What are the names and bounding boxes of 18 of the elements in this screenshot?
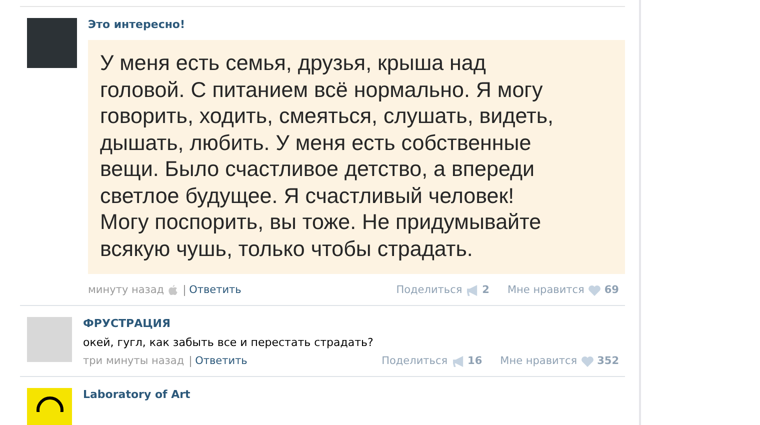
like-count: 352 (597, 355, 619, 367)
reply-link[interactable]: Ответить (189, 284, 242, 296)
share-count: 16 (468, 355, 482, 367)
post-image-text: У меня есть семья, друзья, крыша над головой. С питанием всё нормально. Я могу говорить, ходить, смеяться, слушать, видеть, дышать, любить. У меня есть собственные вещи. Было счастливое детство, а впереди светлое будущее. Я счастливый человек! Могу поспорить, вы тоже. Не придумывайте всякую чушь, только чтобы страдать. (88, 40, 625, 274)
heart-icon (588, 284, 602, 296)
author-link[interactable]: ФРУСТРАЦИЯ (83, 317, 625, 330)
megaphone-icon (466, 284, 480, 296)
share-count: 2 (482, 284, 490, 296)
author-link[interactable]: Это интересно! (88, 18, 625, 31)
avatar-image[interactable] (27, 388, 72, 425)
reply-link[interactable]: Ответить (195, 355, 248, 367)
post-time: три минуты назад (83, 355, 184, 367)
post-time: минуту назад (88, 284, 164, 296)
author-link[interactable]: Laboratory of Art (83, 388, 625, 401)
post-text: окей, гугл, как забыть все и перестать страдать? (83, 336, 374, 349)
like-count: 69 (604, 284, 619, 296)
heart-icon (581, 356, 594, 366)
megaphone-icon (452, 356, 465, 366)
